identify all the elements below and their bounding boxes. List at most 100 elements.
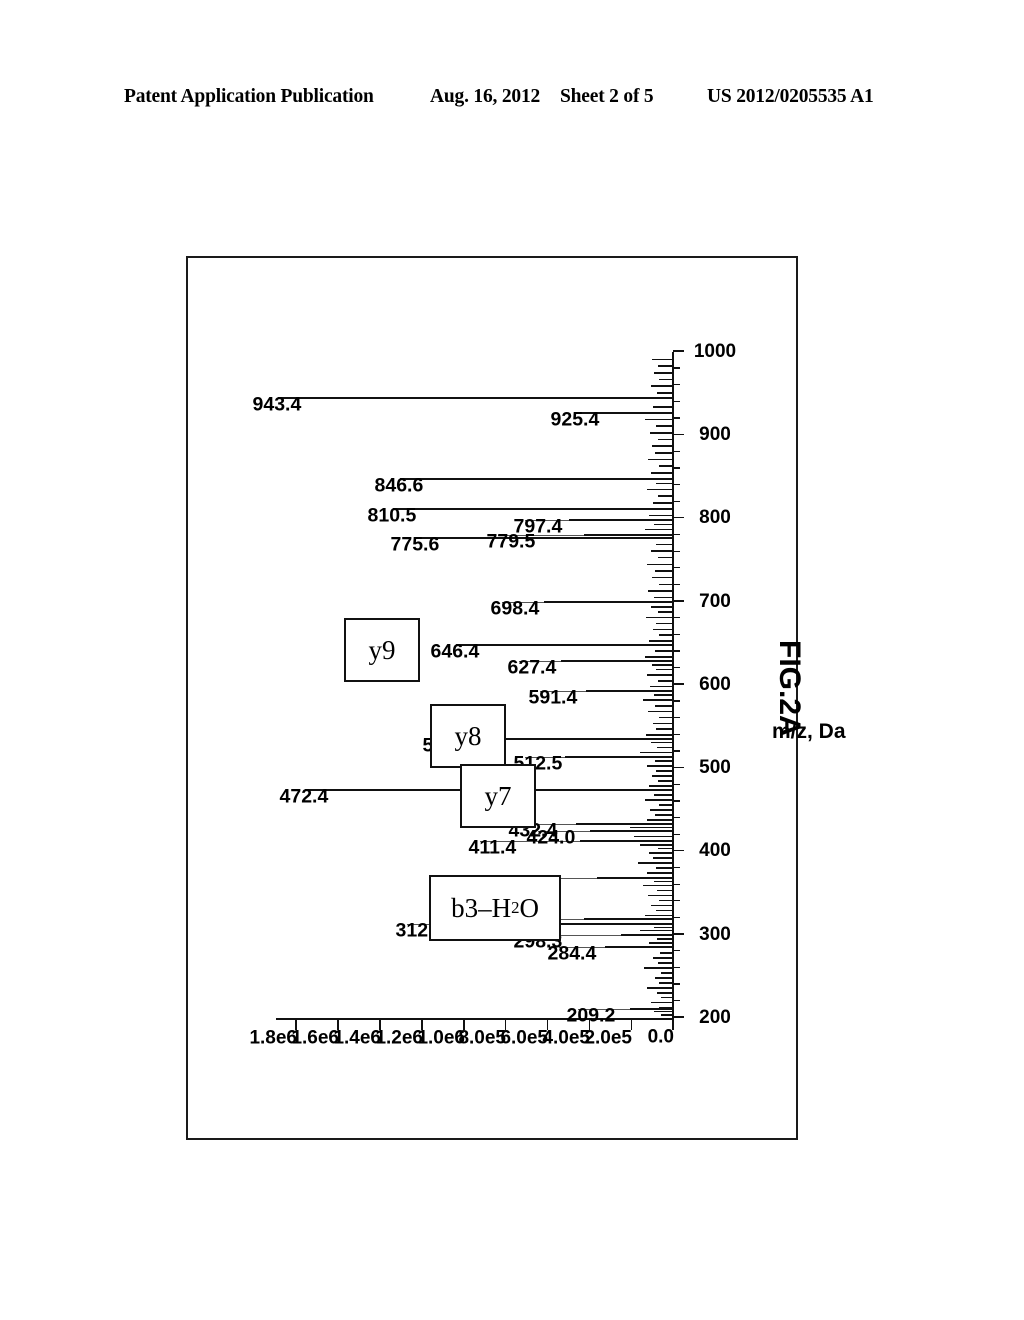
- spectrum-peak: [652, 358, 674, 361]
- spectrum-peak: [658, 495, 674, 497]
- spectrum-peak: [657, 392, 674, 394]
- spectrum-peak: [646, 819, 674, 821]
- figure-caption: FIG.2A: [773, 640, 806, 737]
- figure-frame: 200 300 400 500 600 700 800 900 1000 0.0 2.0e5 4.0…: [186, 256, 846, 1142]
- peak-label: 797.4: [513, 515, 563, 538]
- spectrum-peak: [647, 894, 674, 897]
- spectrum-peak: [644, 656, 674, 658]
- spectrum-peak: [655, 760, 674, 762]
- y-tick-label: 1.8e6: [249, 1027, 297, 1048]
- spectrum-peak: [650, 904, 674, 907]
- patent-header: Patent Application Publication Aug. 16, …: [0, 86, 1024, 120]
- spectrum-peak: [657, 746, 674, 749]
- y-tick-label: 0.0: [647, 1027, 674, 1048]
- spectrum-peak: [646, 872, 674, 874]
- spectrum-peak: [656, 622, 674, 625]
- spectrum-peak: [654, 926, 674, 929]
- x-tick-minor: [673, 900, 680, 902]
- spectrum-peak: [659, 804, 674, 806]
- spectrum-peak: [660, 952, 674, 954]
- spectrum-peak: [646, 987, 674, 989]
- spectrum-peak: [650, 385, 674, 387]
- spectrum-peak: [640, 844, 674, 846]
- labeled-spectrum-peak: [556, 922, 674, 925]
- spectrum-peak: [654, 694, 674, 696]
- peak-label: 810.5: [367, 504, 417, 527]
- x-tick-minor: [673, 950, 680, 952]
- labeled-spectrum-peak: [575, 822, 674, 825]
- x-tick-label: 300: [699, 923, 731, 945]
- x-tick: [673, 766, 684, 769]
- spectrum-peak: [646, 488, 674, 491]
- x-tick-minor: [673, 966, 680, 969]
- spectrum-peak: [630, 826, 674, 829]
- sheet-number: Sheet 2 of 5: [560, 86, 654, 107]
- y-tick-label: 1.6e6: [291, 1027, 339, 1048]
- x-tick: [673, 350, 684, 352]
- spectrum-peak: [654, 523, 674, 526]
- x-tick-minor: [673, 417, 680, 419]
- x-tick-minor: [673, 667, 680, 669]
- x-tick-minor: [673, 450, 680, 452]
- x-tick-minor: [673, 816, 680, 819]
- spectrum-peak: [649, 432, 674, 434]
- publication-title: Patent Application Publication: [124, 86, 374, 107]
- x-tick-minor: [673, 983, 680, 985]
- x-tick-minor: [673, 467, 680, 469]
- spectrum-peak: [645, 616, 674, 619]
- spectrum-peak: [659, 378, 674, 381]
- spectrum-peak: [656, 668, 674, 671]
- spectrum-peak: [650, 741, 674, 744]
- x-tick: [673, 1016, 684, 1018]
- x-tick-minor: [673, 367, 680, 369]
- ion-annotation-y8: y8: [430, 704, 506, 768]
- x-tick-minor: [673, 1000, 680, 1002]
- labeled-spectrum-peak: [604, 945, 674, 948]
- spectrum-peak: [648, 852, 674, 854]
- spectrum-peak: [652, 775, 674, 777]
- peak-label: 846.6: [374, 474, 423, 497]
- spectrum-peak: [655, 705, 674, 707]
- labeled-spectrum-peak: [630, 1008, 674, 1011]
- spectrum-peak: [659, 465, 674, 467]
- ion-annotation-y7: y7: [460, 764, 536, 828]
- y-tick-label: 1.4e6: [333, 1027, 381, 1048]
- spectrum-peak: [640, 751, 674, 754]
- labeled-spectrum-peak: [620, 934, 674, 937]
- x-tick-minor: [673, 633, 680, 636]
- plot-rotation-wrapper: 200 300 400 500 600 700 800 900 1000 0.0 2.0e5 4.0…: [188, 258, 845, 1142]
- y-tick-label: 2.0e5: [584, 1027, 633, 1048]
- x-tick-minor: [673, 583, 680, 586]
- spectrum-peak: [644, 418, 674, 421]
- spectrum-peak: [652, 664, 674, 666]
- labeled-spectrum-peak: [565, 755, 674, 758]
- spectrum-peak: [644, 799, 674, 801]
- spectrum-peak: [653, 957, 674, 959]
- spectrum-peak: [653, 406, 674, 408]
- spectrum-peak: [650, 606, 674, 608]
- spectrum-peak: [655, 977, 674, 979]
- spectrum-peak: [658, 680, 674, 682]
- spectrum-peak: [642, 699, 674, 701]
- spectrum-peak: [659, 899, 674, 902]
- x-tick-label: 600: [699, 674, 731, 695]
- spectrum-peak: [646, 674, 674, 676]
- spectrum-peak: [638, 862, 674, 864]
- x-tick-minor: [673, 883, 680, 885]
- spectrum-peak: [649, 809, 674, 811]
- labeled-spectrum-peak: [583, 533, 674, 536]
- labeled-spectrum-peak: [590, 829, 674, 832]
- x-tick-label: 500: [699, 757, 731, 779]
- spectrum-peak: [656, 543, 674, 546]
- spectrum-peak: [654, 794, 674, 796]
- spectrum-peak: [655, 650, 674, 652]
- peak-label: 591.4: [528, 686, 578, 709]
- spectrum-peak: [642, 884, 674, 887]
- labeled-spectrum-peak: [579, 840, 674, 843]
- spectrum-peak: [658, 556, 674, 559]
- spectrum-peak: [643, 967, 674, 969]
- spectrum-peak: [659, 982, 674, 984]
- spectrum-peak: [634, 835, 674, 838]
- y-tick-label: 8.0e5: [458, 1027, 507, 1048]
- labeled-spectrum-peak: [583, 918, 674, 921]
